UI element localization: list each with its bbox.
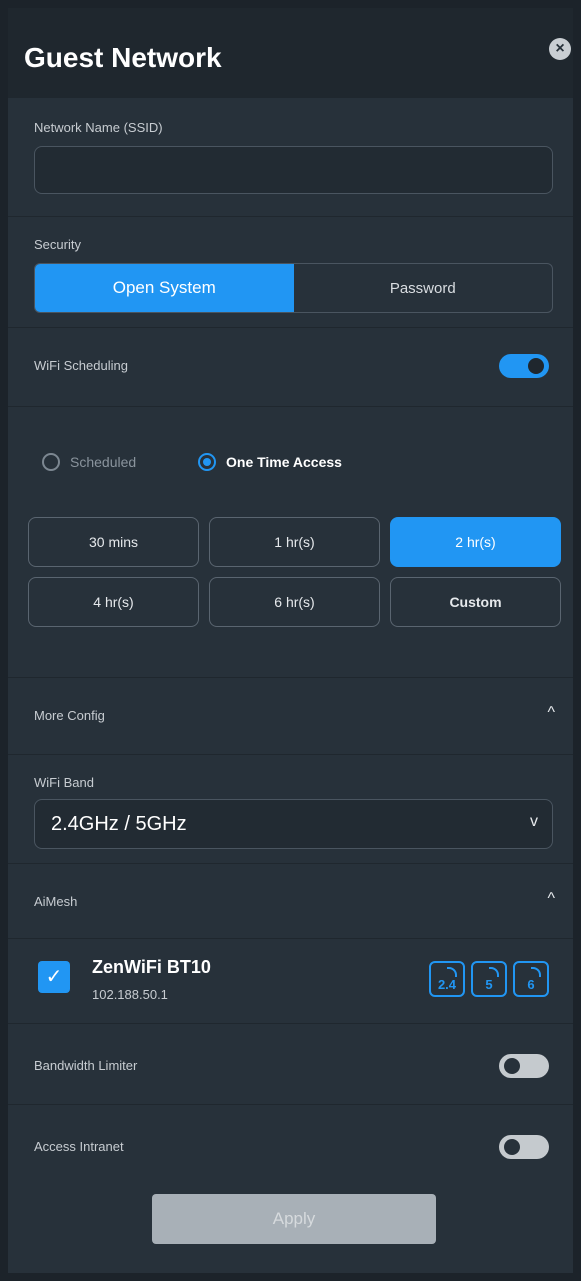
security-open-system-button[interactable]: Open System xyxy=(35,264,294,312)
guest-network-panel: Guest Network × Network Name (SSID) Secu… xyxy=(8,8,573,1273)
duration-4-hr-button[interactable]: 4 hr(s) xyxy=(28,577,199,627)
duration-1-hr-button[interactable]: 1 hr(s) xyxy=(209,517,380,567)
close-icon[interactable]: × xyxy=(549,38,571,60)
wifi-scheduling-label: WiFi Scheduling xyxy=(34,358,128,373)
wifi-band-select[interactable]: 2.4GHz / 5GHz v xyxy=(34,799,553,849)
wifi-band-value: 2.4GHz / 5GHz xyxy=(51,813,187,835)
duration-custom-button[interactable]: Custom xyxy=(390,577,561,627)
more-config-label: More Config xyxy=(34,708,105,723)
band-5ghz-icon: 5 xyxy=(471,961,507,997)
toggle-knob xyxy=(504,1058,520,1074)
page-title: Guest Network xyxy=(24,42,222,73)
band-6ghz-icon: 6 xyxy=(513,961,549,997)
chevron-up-icon[interactable]: ^ xyxy=(547,704,555,722)
radio-one-time-access-label: One Time Access xyxy=(226,454,342,470)
duration-6-hr-button[interactable]: 6 hr(s) xyxy=(209,577,380,627)
duration-2-hr-button[interactable]: 2 hr(s) xyxy=(390,517,561,567)
schedule-options-section: Scheduled One Time Access 30 mins 1 hr(s… xyxy=(8,407,573,678)
aimesh-device-row: ✓ ZenWiFi BT10 102.188.50.1 2.4 5 6 xyxy=(8,939,573,1024)
band-2-4ghz-icon: 2.4 xyxy=(429,961,465,997)
security-password-button[interactable]: Password xyxy=(294,264,553,312)
ssid-section: Network Name (SSID) xyxy=(8,98,573,217)
bandwidth-limiter-label: Bandwidth Limiter xyxy=(34,1058,138,1073)
chevron-up-icon[interactable]: ^ xyxy=(547,890,555,908)
device-ip: 102.188.50.1 xyxy=(92,987,168,1002)
wifi-scheduling-toggle[interactable] xyxy=(499,354,549,378)
schedule-mode-group: Scheduled One Time Access xyxy=(42,453,542,473)
radio-one-time-access-circle xyxy=(198,453,216,471)
radio-scheduled-circle xyxy=(42,453,60,471)
aimesh-header[interactable]: AiMesh ^ xyxy=(8,864,573,939)
access-intranet-toggle[interactable] xyxy=(499,1135,549,1159)
security-segmented-control: Open System Password xyxy=(34,263,553,313)
toggle-knob xyxy=(528,358,544,374)
device-band-icons: 2.4 5 6 xyxy=(429,961,549,997)
wifi-band-label: WiFi Band xyxy=(34,775,94,790)
security-section: Security Open System Password xyxy=(8,217,573,328)
device-checkbox[interactable]: ✓ xyxy=(38,961,70,993)
security-label: Security xyxy=(34,237,81,252)
wifi-scheduling-section: WiFi Scheduling xyxy=(8,328,573,407)
radio-one-time-access[interactable]: One Time Access xyxy=(198,453,342,471)
toggle-knob xyxy=(504,1139,520,1155)
more-config-header[interactable]: More Config ^ xyxy=(8,678,573,755)
ssid-input[interactable] xyxy=(34,146,553,194)
bandwidth-limiter-section: Bandwidth Limiter xyxy=(8,1024,573,1105)
wifi-band-section: WiFi Band 2.4GHz / 5GHz v xyxy=(8,755,573,864)
chevron-down-icon: v xyxy=(530,813,538,830)
ssid-label: Network Name (SSID) xyxy=(34,120,163,135)
access-intranet-label: Access Intranet xyxy=(34,1139,124,1154)
duration-30-mins-button[interactable]: 30 mins xyxy=(28,517,199,567)
apply-button[interactable]: Apply xyxy=(152,1194,436,1244)
aimesh-label: AiMesh xyxy=(34,894,78,909)
duration-grid: 30 mins 1 hr(s) 2 hr(s) 4 hr(s) 6 hr(s) … xyxy=(28,517,561,627)
radio-scheduled-label: Scheduled xyxy=(70,454,137,470)
panel-header: Guest Network × xyxy=(8,8,573,98)
radio-scheduled[interactable]: Scheduled xyxy=(42,453,136,471)
access-intranet-section: Access Intranet xyxy=(8,1105,573,1185)
bandwidth-limiter-toggle[interactable] xyxy=(499,1054,549,1078)
device-name: ZenWiFi BT10 xyxy=(92,957,211,977)
